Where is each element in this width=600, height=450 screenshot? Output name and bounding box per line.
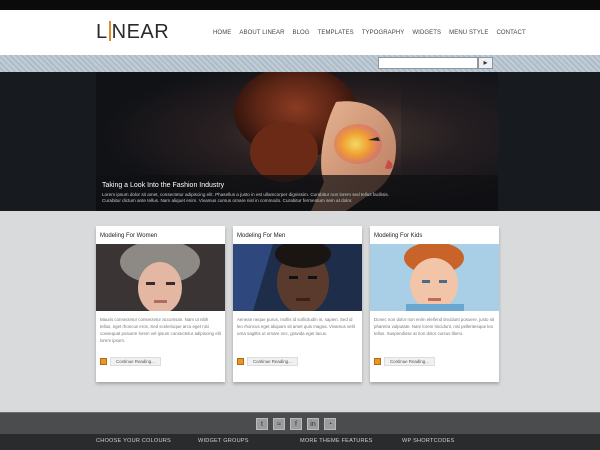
social-icons: t ≈ f in ◔ [256, 418, 336, 430]
continue-reading-button[interactable]: Continue Reading... [374, 357, 435, 366]
nav-contact[interactable]: CONTACT [496, 30, 525, 36]
rss-icon[interactable]: ◔ [324, 418, 336, 430]
footer-col-widgets[interactable]: WIDGET GROUPS [198, 438, 300, 444]
card-title[interactable]: Modeling For Men [237, 233, 285, 239]
card-image-men[interactable] [233, 244, 362, 311]
feed-icon[interactable]: ≈ [273, 418, 285, 430]
footer-col-colours[interactable]: CHOOSE YOUR COLOURS [96, 438, 198, 444]
linkedin-icon[interactable]: in [307, 418, 319, 430]
search-button[interactable]: ▸ [478, 57, 493, 69]
logo-letter: L [96, 21, 108, 43]
arrow-icon [100, 358, 107, 365]
card-image-women[interactable] [96, 244, 225, 311]
main-nav: HOME ABOUT LINEAR BLOG TEMPLATES TYPOGRA… [213, 30, 526, 36]
continue-reading-label: Continue Reading... [384, 357, 435, 366]
nav-templates[interactable]: TEMPLATES [318, 30, 354, 36]
footer-col-shortcodes[interactable]: WP SHORTCODES [402, 438, 504, 444]
top-strip [0, 0, 600, 10]
search-bar: ▸ [0, 55, 600, 72]
nav-blog[interactable]: BLOG [293, 30, 310, 36]
nav-widgets[interactable]: WIDGETS [412, 30, 441, 36]
hero-caption: Taking a Look Into the Fashion Industry … [96, 175, 498, 211]
continue-reading-button[interactable]: Continue Reading... [100, 357, 161, 366]
logo-bar [108, 21, 111, 41]
footer-col-features[interactable]: MORE THEME FEATURES [300, 438, 402, 444]
hero-slider[interactable]: Taking a Look Into the Fashion Industry … [96, 72, 498, 211]
man-photo [233, 244, 362, 311]
card-title[interactable]: Modeling For Kids [374, 233, 422, 239]
arrow-icon [237, 358, 244, 365]
arrow-icon [374, 358, 381, 365]
woman-photo [96, 244, 225, 311]
search-input[interactable] [378, 57, 478, 69]
hero-text-2: Curabitur dictum ante tellus. Nam alique… [102, 198, 353, 203]
continue-reading-button[interactable]: Continue Reading... [237, 357, 298, 366]
facebook-icon[interactable]: f [290, 418, 302, 430]
footer-columns: CHOOSE YOUR COLOURS WIDGET GROUPS MORE T… [96, 438, 504, 444]
continue-reading-label: Continue Reading... [110, 357, 161, 366]
twitter-icon[interactable]: t [256, 418, 268, 430]
card-text: Aenean neque purus, mollis id sollicitud… [237, 317, 355, 336]
nav-home[interactable]: HOME [213, 30, 231, 36]
card-title[interactable]: Modeling For Women [100, 233, 157, 239]
logo-rest: NEAR [111, 21, 170, 43]
kid-photo [370, 244, 499, 311]
continue-reading-label: Continue Reading... [247, 357, 298, 366]
card-image-kids[interactable] [370, 244, 499, 311]
nav-typography[interactable]: TYPOGRAPHY [362, 30, 405, 36]
card-text: Donec non dolor non enim eleifend tincid… [374, 317, 495, 336]
search-icon: ▸ [483, 58, 488, 67]
hero-title[interactable]: Taking a Look Into the Fashion Industry [102, 182, 492, 189]
header: L NEAR HOME ABOUT LINEAR BLOG TEMPLATES T… [0, 10, 600, 55]
footer-social-bar: t ≈ f in ◔ [0, 412, 600, 434]
card-text: Mauris consectetur consectetur accumsan.… [100, 317, 221, 343]
card-kids: Modeling For Kids Donec non dolor non en… [370, 226, 499, 382]
card-women: Modeling For Women Mauris consectetur co… [96, 226, 225, 382]
card-men: Modeling For Men Aenean neque purus, mol… [233, 226, 362, 382]
footer: CHOOSE YOUR COLOURS WIDGET GROUPS MORE T… [0, 434, 600, 450]
nav-about[interactable]: ABOUT LINEAR [239, 30, 284, 36]
nav-menu-style[interactable]: MENU STYLE [449, 30, 488, 36]
site-logo[interactable]: L NEAR [96, 21, 169, 44]
